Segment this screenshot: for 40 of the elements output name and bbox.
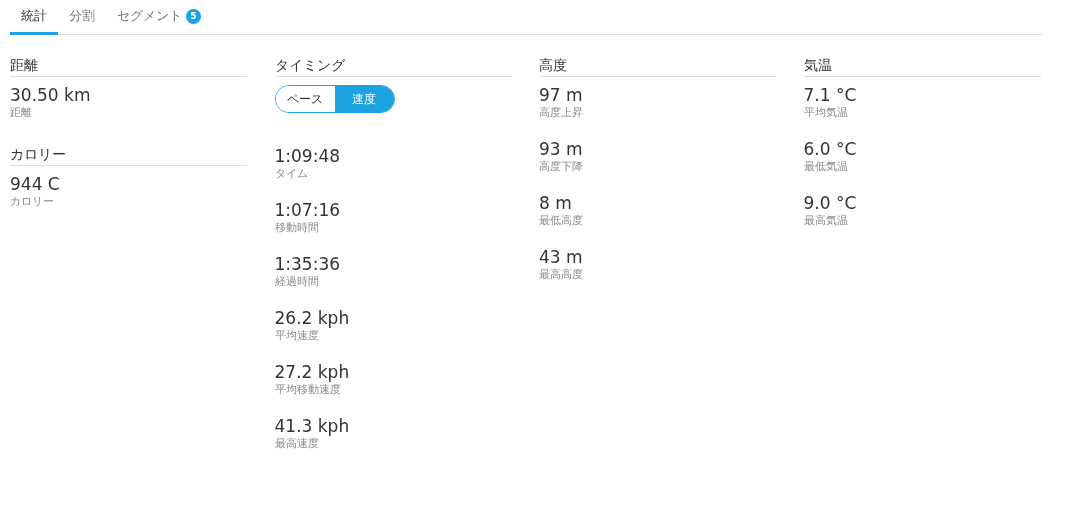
stat-value: 27.2 kph <box>274 362 350 382</box>
tab[interactable]: セグメント 5 <box>106 0 212 35</box>
stat-value: 1:35:36 <box>274 254 341 274</box>
section-heading: カロリー <box>10 146 247 166</box>
stat-label: 平均速度 <box>274 328 319 343</box>
stat-value: 1:09:48 <box>274 146 341 166</box>
stat-label: 高度下降 <box>539 159 583 174</box>
stat-label: カロリー <box>10 194 54 209</box>
stat-value: 9.0 °C <box>803 193 857 213</box>
stat-label: 最高高度 <box>539 267 583 282</box>
section-heading: 高度 <box>539 57 776 77</box>
section-heading: 気温 <box>803 57 1041 77</box>
stat-label: 最低気温 <box>803 159 848 174</box>
stat-label: 最高気温 <box>803 213 848 228</box>
stat-value: 6.0 °C <box>803 139 857 159</box>
section-heading: 距離 <box>10 57 247 77</box>
stat-label: 平均気温 <box>803 105 848 120</box>
stat-value: 7.1 °C <box>803 85 857 105</box>
stat-value: 97 m <box>539 85 583 105</box>
section-heading: タイミング <box>274 57 512 77</box>
stat-label: 平均移動速度 <box>274 382 341 397</box>
stat-label: 最高速度 <box>274 436 319 451</box>
stat-value: 93 m <box>539 139 583 159</box>
stat-label: タイム <box>274 166 308 181</box>
stat-value: 30.50 km <box>10 85 91 105</box>
tab[interactable]: 分割 <box>58 0 106 35</box>
stat-label: 高度上昇 <box>539 105 583 120</box>
stat-label: 距離 <box>10 105 32 120</box>
stat-label: 経過時間 <box>274 274 319 289</box>
stat-value: 8 m <box>539 193 572 213</box>
segment-button[interactable]: 速度 <box>334 86 394 112</box>
count-badge: 5 <box>186 8 201 24</box>
stat-value: 43 m <box>539 247 583 267</box>
stat-value: 1:07:16 <box>274 200 341 220</box>
stat-label: 移動時間 <box>274 220 319 235</box>
stat-value: 41.3 kph <box>274 416 350 436</box>
tab[interactable]: 統計 <box>10 0 58 35</box>
stat-value: 26.2 kph <box>274 308 350 328</box>
stat-value: 944 C <box>10 174 60 194</box>
stat-label: 最低高度 <box>539 213 583 228</box>
